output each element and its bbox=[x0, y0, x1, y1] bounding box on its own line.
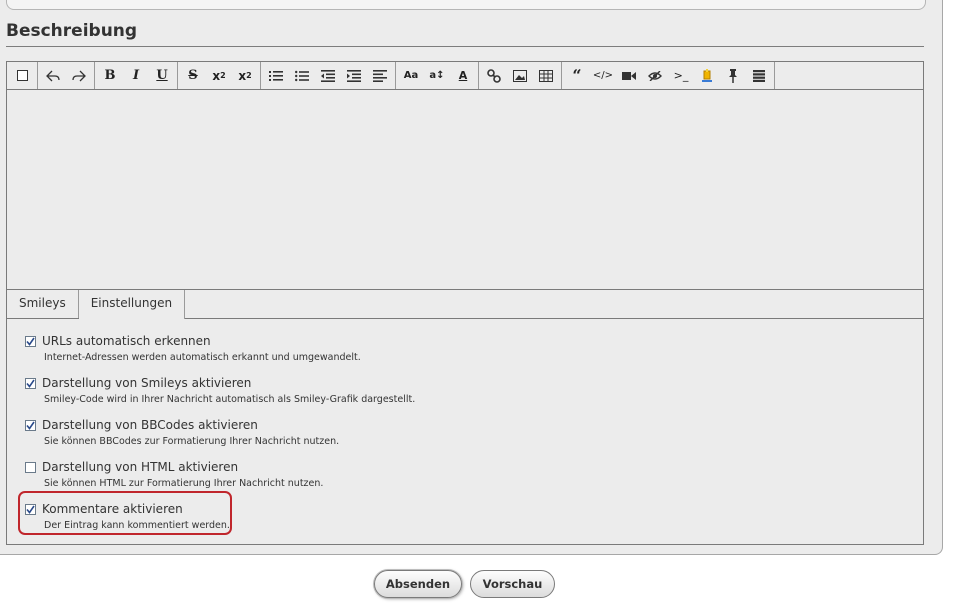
code-icon[interactable]: </> bbox=[590, 65, 616, 87]
preview-button[interactable]: Vorschau bbox=[470, 570, 555, 598]
ordered-list-icon[interactable] bbox=[263, 65, 289, 87]
submit-button[interactable]: Absenden bbox=[374, 570, 462, 598]
option-description: Smiley-Code wird in Ihrer Nachricht auto… bbox=[44, 394, 416, 405]
tab-einstellungen[interactable]: Einstellungen bbox=[78, 290, 186, 319]
option-urls: URLs automatisch erkennen Internet-Adres… bbox=[25, 334, 361, 363]
editor-text-area[interactable] bbox=[7, 89, 923, 290]
tab-smileys[interactable]: Smileys bbox=[7, 290, 79, 318]
subscript-icon[interactable]: x2 bbox=[206, 65, 232, 87]
terminal-icon[interactable]: >_ bbox=[668, 65, 694, 87]
option-html: Darstellung von HTML aktivieren Sie könn… bbox=[25, 460, 323, 489]
redo-icon[interactable] bbox=[66, 65, 92, 87]
font-color-icon[interactable]: A bbox=[450, 65, 476, 87]
option-description: Sie können BBCodes zur Formatierung Ihre… bbox=[44, 436, 340, 447]
highlight-frame bbox=[18, 491, 232, 535]
table-icon[interactable] bbox=[533, 65, 559, 87]
option-label[interactable]: Darstellung von BBCodes aktivieren bbox=[42, 418, 258, 432]
option-label[interactable]: Darstellung von HTML aktivieren bbox=[42, 460, 238, 474]
undo-icon[interactable] bbox=[40, 65, 66, 87]
hide-icon[interactable] bbox=[642, 65, 668, 87]
option-description: Internet-Adressen werden automatisch erk… bbox=[44, 352, 361, 363]
editor-tabs: Smileys Einstellungen bbox=[7, 290, 923, 319]
link-icon[interactable] bbox=[481, 65, 507, 87]
indent-icon[interactable] bbox=[341, 65, 367, 87]
editor-toolbar: B I U S x2 x2 Aa a↕ A “ </> >_ bbox=[7, 62, 923, 90]
strikethrough-icon[interactable]: S bbox=[180, 65, 206, 87]
section-divider bbox=[6, 46, 924, 47]
checkbox-bbcodes[interactable] bbox=[25, 419, 36, 431]
option-smileys: Darstellung von Smileys aktivieren Smile… bbox=[25, 376, 415, 405]
option-label[interactable]: Darstellung von Smileys aktivieren bbox=[42, 376, 251, 390]
section-title: Beschreibung bbox=[6, 21, 138, 41]
checkbox-smileys[interactable] bbox=[25, 377, 36, 389]
unordered-list-icon[interactable] bbox=[289, 65, 315, 87]
pin-icon[interactable] bbox=[720, 65, 746, 87]
highlight-icon[interactable] bbox=[694, 65, 720, 87]
checkbox-urls[interactable] bbox=[25, 335, 36, 347]
option-label[interactable]: URLs automatisch erkennen bbox=[42, 334, 211, 348]
bold-icon[interactable]: B bbox=[97, 65, 123, 87]
source-mode-icon[interactable] bbox=[9, 65, 35, 87]
outdent-icon[interactable] bbox=[315, 65, 341, 87]
video-icon[interactable] bbox=[616, 65, 642, 87]
image-icon[interactable] bbox=[507, 65, 533, 87]
superscript-icon[interactable]: x2 bbox=[232, 65, 258, 87]
align-icon[interactable] bbox=[367, 65, 393, 87]
font-size-icon[interactable]: Aa bbox=[398, 65, 424, 87]
underline-icon[interactable]: U bbox=[149, 65, 175, 87]
previous-field-bottom bbox=[6, 0, 926, 10]
checkbox-html[interactable] bbox=[25, 461, 36, 473]
form-panel: Beschreibung B I U S x2 x2 Aa a↕ A “ </>… bbox=[0, 0, 943, 555]
option-bbcodes: Darstellung von BBCodes aktivieren Sie k… bbox=[25, 418, 339, 447]
more-icon[interactable] bbox=[746, 65, 772, 87]
option-description: Sie können HTML zur Formatierung Ihrer N… bbox=[44, 478, 324, 489]
quote-icon[interactable]: “ bbox=[564, 65, 590, 87]
italic-icon[interactable]: I bbox=[123, 65, 149, 87]
wysiwyg-editor: B I U S x2 x2 Aa a↕ A “ </> >_ Smileys E… bbox=[6, 61, 924, 545]
font-resize-icon[interactable]: a↕ bbox=[424, 65, 450, 87]
